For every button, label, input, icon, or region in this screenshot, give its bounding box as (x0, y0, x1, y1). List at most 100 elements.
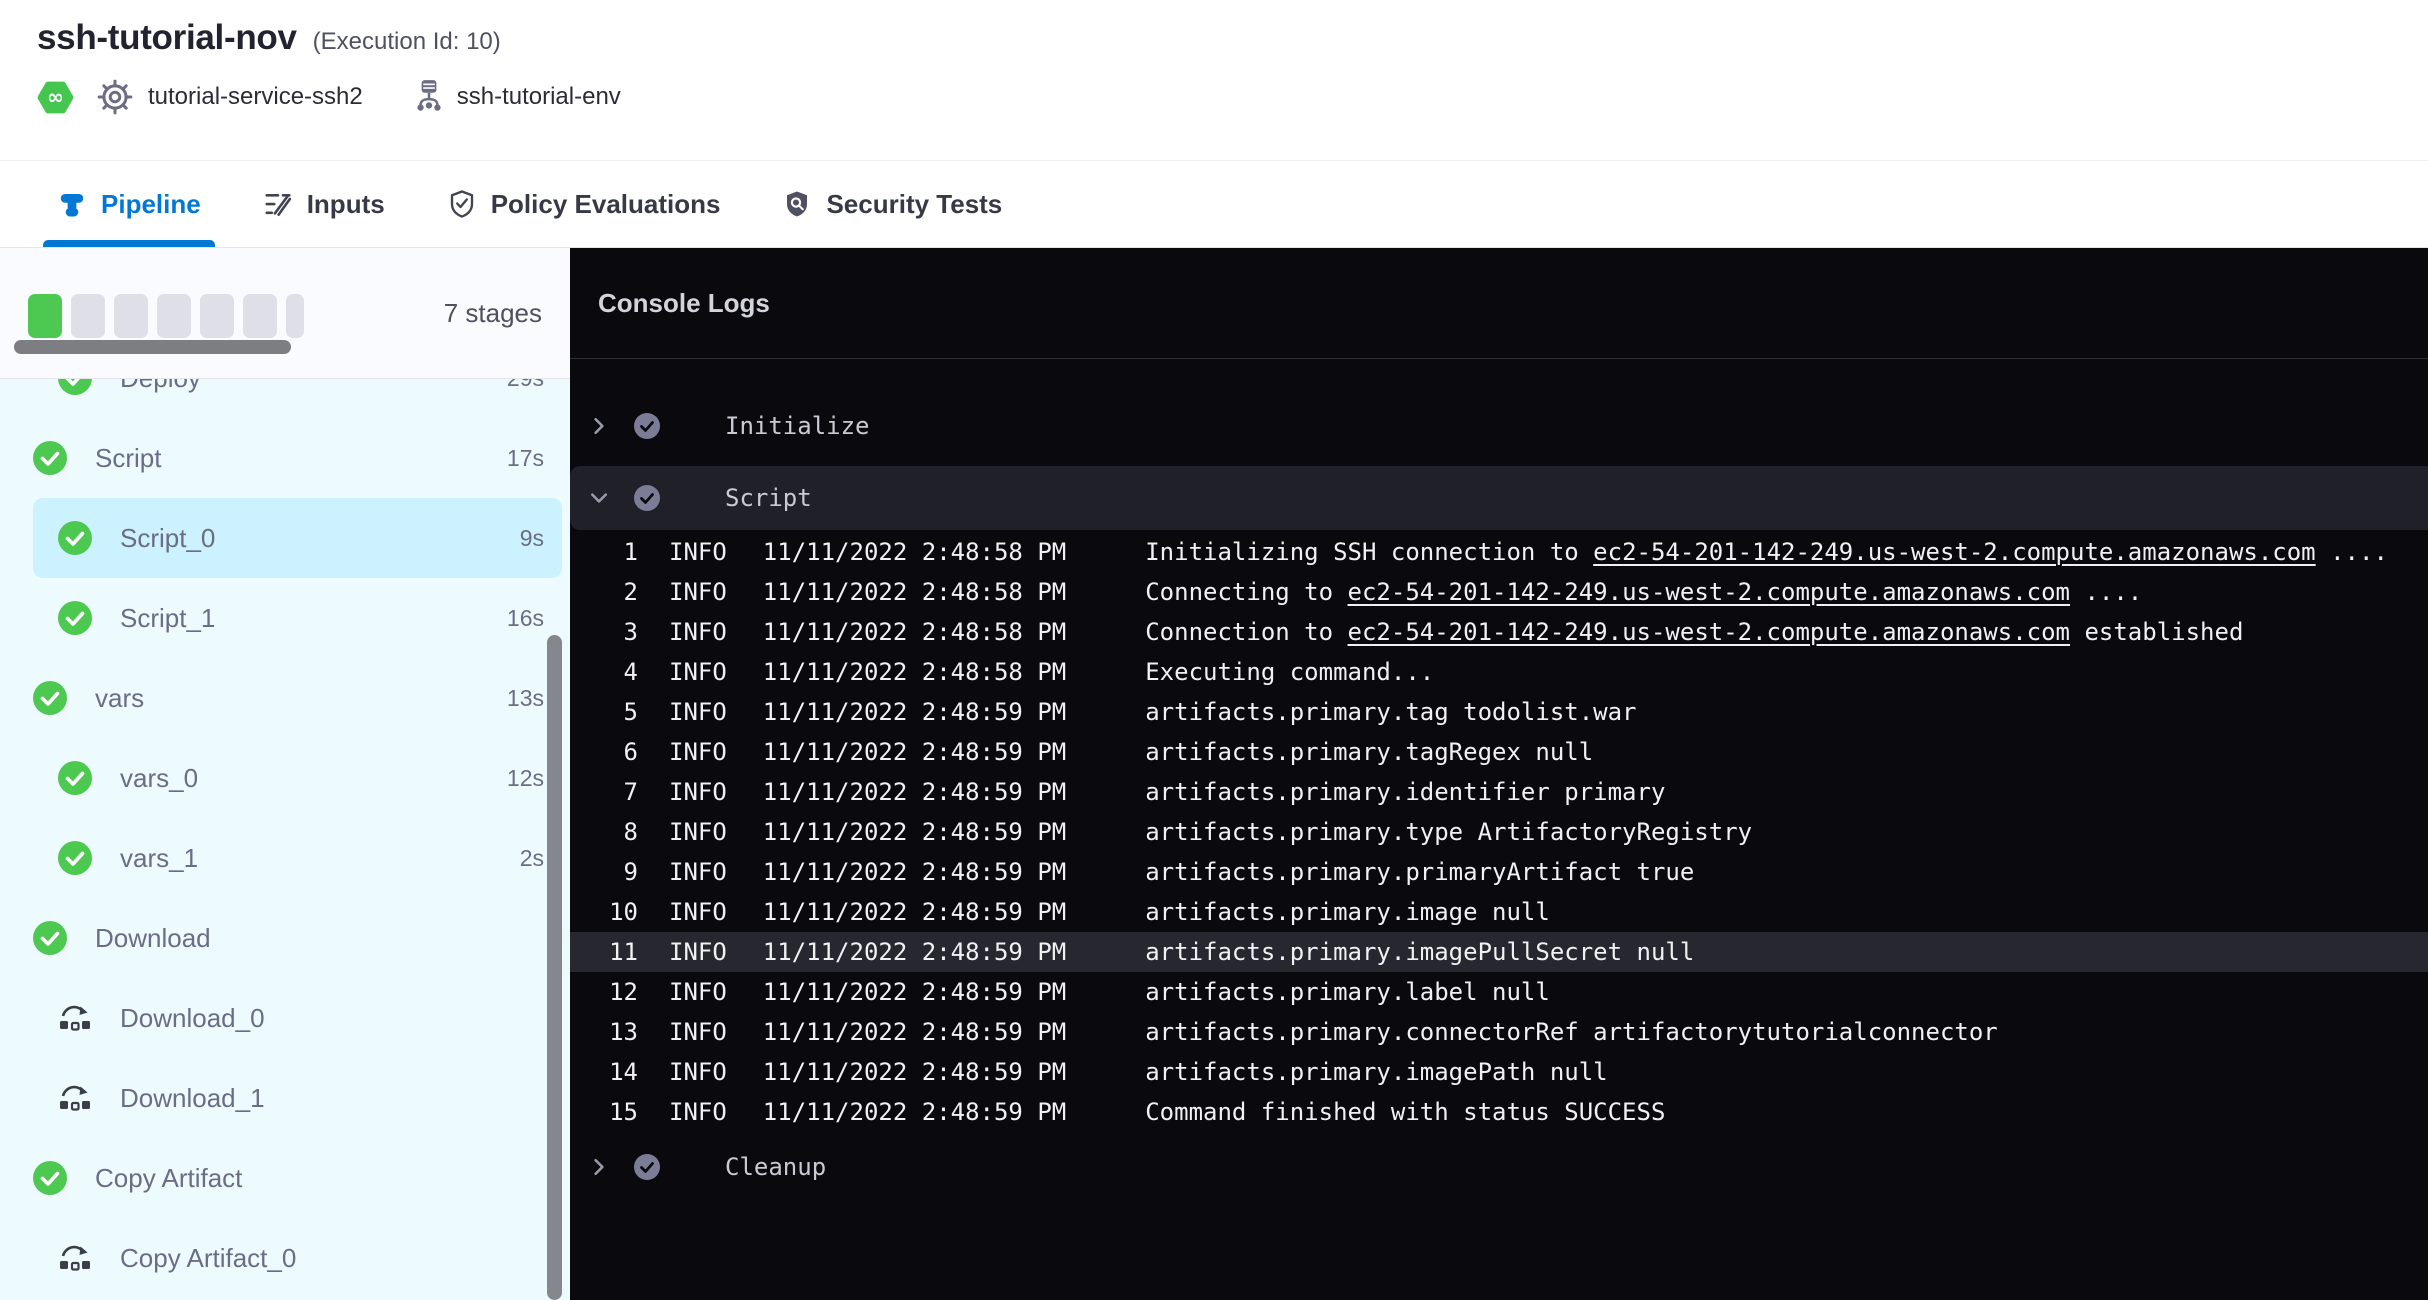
log-message: artifacts.primary.connectorRef artifacto… (1145, 1018, 1998, 1046)
log-level: INFO (669, 538, 727, 566)
log-message: Command finished with status SUCCESS (1145, 1098, 1665, 1126)
log-line-8: 8INFO11/11/2022 2:48:59 PMartifacts.prim… (570, 812, 2428, 852)
chevron-right-icon[interactable] (590, 417, 608, 435)
log-level: INFO (669, 698, 727, 726)
stage-row-script-0[interactable]: Script_09s (33, 498, 562, 578)
progress-segment (28, 294, 62, 338)
tab-pipeline[interactable]: Pipeline (57, 161, 201, 247)
log-line-number: 1 (570, 538, 638, 566)
tab-security-tests[interactable]: Security Tests (782, 161, 1002, 247)
stage-row-download-0[interactable]: Download_0 (33, 978, 562, 1058)
log-line-2: 2INFO11/11/2022 2:48:58 PMConnecting to … (570, 572, 2428, 612)
pipeline-icon (57, 189, 87, 219)
log-line-number: 9 (570, 858, 638, 886)
log-message-text: Connecting to (1145, 578, 1347, 606)
log-timestamp: 11/11/2022 2:48:59 PM (763, 1058, 1066, 1086)
log-line-9: 9INFO11/11/2022 2:48:59 PMartifacts.prim… (570, 852, 2428, 892)
success-icon (58, 601, 92, 635)
log-line-15: 15INFO11/11/2022 2:48:59 PMCommand finis… (570, 1092, 2428, 1132)
log-level: INFO (669, 658, 727, 686)
chevron-right-icon[interactable] (590, 1158, 608, 1176)
log-level: INFO (669, 1058, 727, 1086)
tab-label: Pipeline (101, 189, 201, 220)
log-message-text: established (2070, 618, 2243, 646)
success-icon (33, 681, 67, 715)
log-line-10: 10INFO11/11/2022 2:48:59 PMartifacts.pri… (570, 892, 2428, 932)
horizontal-scrollbar[interactable] (14, 340, 291, 354)
execution-id-label: (Execution Id: 10) (313, 28, 501, 56)
stage-duration: 16s (507, 605, 544, 632)
log-line-12: 12INFO11/11/2022 2:48:59 PMartifacts.pri… (570, 972, 2428, 1012)
stage-duration: 2s (520, 845, 544, 872)
stage-label: Download (95, 923, 211, 954)
tab-label: Security Tests (826, 189, 1002, 220)
gear-icon (96, 78, 134, 116)
inputs-icon (263, 189, 293, 219)
log-level: INFO (669, 578, 727, 606)
success-icon (33, 441, 67, 475)
log-level: INFO (669, 898, 727, 926)
log-line-number: 6 (570, 738, 638, 766)
stage-label: Copy Artifact (95, 1163, 242, 1194)
log-line-number: 8 (570, 818, 638, 846)
progress-segment (114, 294, 148, 338)
stage-list: Deploy29sScript17sScript_09sScript_116sv… (0, 338, 570, 1298)
status-check-icon (634, 485, 660, 511)
log-line-14: 14 INFO 11/11/2022 2:48:59 PM artifacts.pri… (570, 1052, 2428, 1092)
log-timestamp: 11/11/2022 2:48:59 PM (763, 738, 1066, 766)
stage-progress-bar (28, 294, 304, 338)
stage-row-vars-0[interactable]: vars_012s (33, 738, 562, 818)
tab-policy-evaluations[interactable]: Policy Evaluations (447, 161, 721, 247)
section-label: Initialize (725, 412, 870, 440)
log-host-link[interactable]: ec2-54-201-142-249.us-west-2.compute.ama… (1593, 538, 2315, 566)
stage-row-vars[interactable]: vars13s (33, 658, 562, 738)
section-label: Script (725, 484, 812, 512)
log-message: artifacts.primary.type ArtifactoryRegist… (1145, 818, 1752, 846)
log-section-cleanup[interactable]: Cleanup (570, 1132, 2428, 1202)
stage-label: vars (95, 683, 144, 714)
stage-row-script-1[interactable]: Script_116s (33, 578, 562, 658)
log-timestamp: 11/11/2022 2:48:59 PM (763, 818, 1066, 846)
vertical-scrollbar[interactable] (547, 635, 562, 1300)
progress-segment (71, 294, 105, 338)
stage-row-copy-artifact-0[interactable]: Copy Artifact_0 (33, 1218, 562, 1298)
success-icon (58, 841, 92, 875)
log-message-text: Initializing SSH connection to (1145, 538, 1593, 566)
log-message: artifacts.primary.imagePath null (1145, 1058, 1607, 1086)
execution-meta-row: ∞ tutorial-service-ssh2 ssh-tutorial-env (37, 78, 2428, 116)
console-title: Console Logs (598, 288, 770, 319)
log-section-initialize[interactable]: Initialize (570, 391, 2428, 461)
log-timestamp: 11/11/2022 2:48:59 PM (763, 698, 1066, 726)
log-timestamp: 11/11/2022 2:48:59 PM (763, 938, 1066, 966)
stage-row-copy-artifact[interactable]: Copy Artifact (33, 1138, 562, 1218)
log-level: INFO (669, 978, 727, 1006)
tab-inputs[interactable]: Inputs (263, 161, 385, 247)
log-line-number: 7 (570, 778, 638, 806)
log-level: INFO (669, 618, 727, 646)
stage-row-script[interactable]: Script17s (33, 418, 562, 498)
command-step-icon (58, 1083, 92, 1113)
stage-row-download[interactable]: Download (33, 898, 562, 978)
log-timestamp: 11/11/2022 2:48:58 PM (763, 618, 1066, 646)
log-line-number: 4 (570, 658, 638, 686)
log-section-script[interactable]: Script (570, 466, 2428, 530)
status-check-icon (634, 1154, 660, 1180)
stage-label: Download_0 (120, 1003, 265, 1034)
command-step-icon (58, 1003, 92, 1033)
stage-duration: 17s (507, 445, 544, 472)
log-host-link[interactable]: ec2-54-201-142-249.us-west-2.compute.ama… (1348, 578, 2070, 606)
cd-module-icon: ∞ (37, 79, 74, 116)
log-timestamp: 11/11/2022 2:48:59 PM (763, 778, 1066, 806)
pipeline-execution-page: ssh-tutorial-nov (Execution Id: 10) ∞ tu… (0, 0, 2428, 1300)
stage-row-vars-1[interactable]: vars_12s (33, 818, 562, 898)
stage-duration: 9s (520, 525, 544, 552)
chevron-down-icon[interactable] (590, 489, 608, 507)
log-timestamp: 11/11/2022 2:48:59 PM (763, 858, 1066, 886)
environment-icon (415, 78, 443, 116)
log-message: artifacts.primary.primaryArtifact true (1145, 858, 1694, 886)
log-line-number: 11 (570, 938, 638, 966)
log-line-number: 14 (570, 1058, 638, 1086)
log-host-link[interactable]: ec2-54-201-142-249.us-west-2.compute.ama… (1348, 618, 2070, 646)
stage-row-download-1[interactable]: Download_1 (33, 1058, 562, 1138)
log-message-text: .... (2316, 538, 2388, 566)
